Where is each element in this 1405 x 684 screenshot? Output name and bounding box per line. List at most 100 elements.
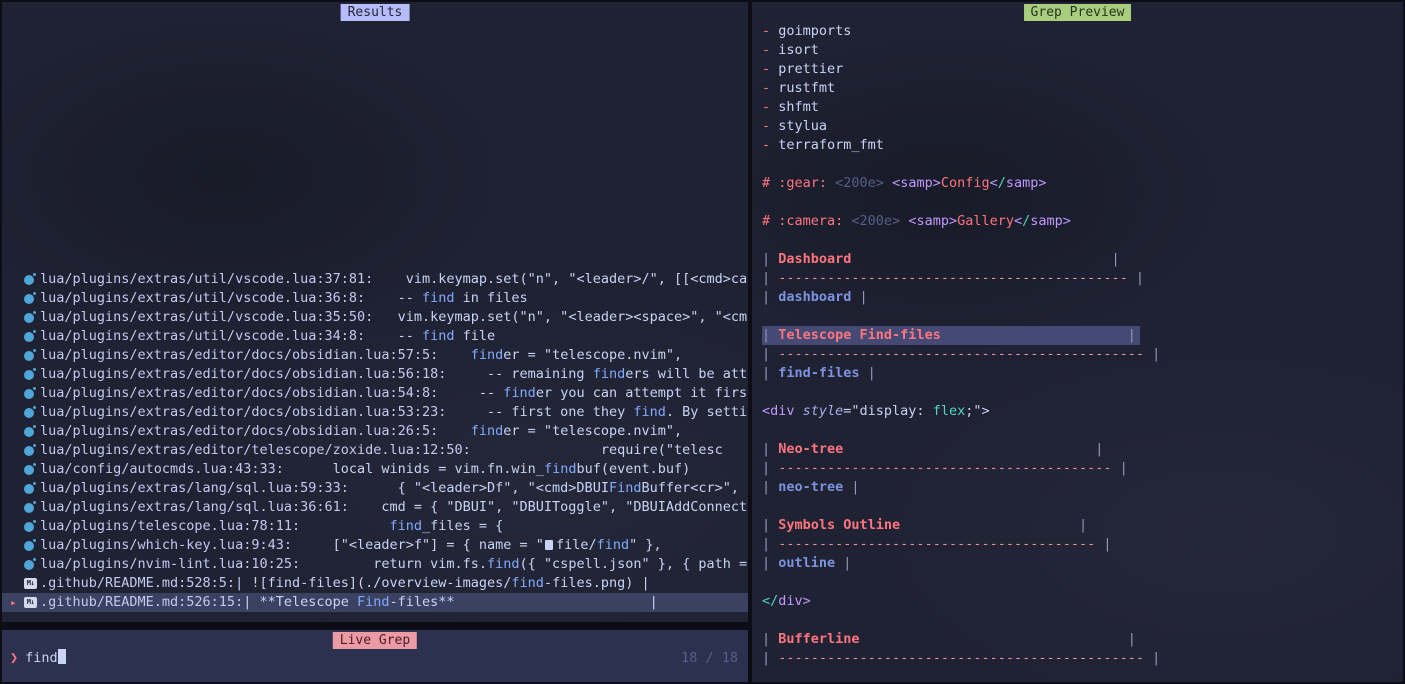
text-segment-code: er = "telescope.nvim", — [503, 347, 682, 363]
result-row[interactable]: lua/plugins/extras/editor/docs/obsidian.… — [2, 403, 748, 422]
result-row[interactable]: lua/plugins/extras/editor/docs/obsidian.… — [2, 365, 748, 384]
text-segment-match: find — [511, 575, 544, 591]
result-row[interactable]: lua/plugins/extras/util/vscode.lua:34:8:… — [2, 327, 748, 346]
lua-filetype-icon — [24, 460, 40, 479]
text-segment-purple: samp> — [1006, 175, 1047, 191]
result-row[interactable]: lua/plugins/extras/util/vscode.lua:35:50… — [2, 308, 748, 327]
text-segment-purple: < — [1014, 213, 1022, 229]
telescope-live-grep-screen: Results lua/plugins/extras/util/vscode.l… — [0, 0, 1405, 684]
results-window: Results lua/plugins/extras/util/vscode.l… — [2, 2, 748, 622]
text-segment-path: lua/plugins/extras/lang/sql.lua:59:33: — [40, 480, 349, 496]
result-row[interactable]: lua/plugins/nvim-lint.lua:10:25: return … — [2, 555, 748, 574]
preview-line: | --------------------------------------… — [762, 459, 1403, 478]
text-segment-code: -- — [438, 385, 503, 401]
result-row[interactable]: lua/plugins/which-key.lua:9:43: ["<leade… — [2, 536, 748, 555]
result-row[interactable]: lua/plugins/extras/lang/sql.lua:59:33: {… — [2, 479, 748, 498]
preview-line — [762, 611, 1403, 630]
text-segment-code: -files** | — [390, 594, 658, 610]
result-row[interactable]: lua/config/autocmds.lua:43:33: local win… — [2, 460, 748, 479]
text-segment-code: -- — [365, 290, 422, 306]
text-segment-path: lua/plugins/telescope.lua:78:11: — [40, 518, 300, 534]
lua-filetype-icon — [24, 384, 40, 403]
text-segment-match: find — [593, 366, 626, 382]
result-row-text: lua/plugins/extras/lang/sql.lua:59:33: {… — [40, 479, 748, 498]
lua-filetype-icon — [24, 441, 40, 460]
preview-line — [762, 193, 1403, 212]
markdown-icon-glyph: M↓ — [24, 597, 37, 608]
text-segment-code: | **Telescope — [243, 594, 357, 610]
selection-caret-icon — [10, 422, 24, 441]
preview-cursorline: | Telescope Find-files | — [762, 326, 1140, 345]
text-segment-pipe: | — [843, 479, 859, 495]
text-segment-red: - — [762, 61, 778, 77]
text-segment-hdr: Symbols Outline — [778, 517, 900, 533]
text-segment-text: ;"> — [965, 403, 989, 419]
selection-caret-icon: ▸ — [10, 593, 24, 612]
result-row[interactable]: lua/plugins/extras/editor/docs/obsidian.… — [2, 422, 748, 441]
text-segment-pipe: | — [851, 289, 867, 305]
text-segment-red: - — [762, 42, 778, 58]
preview-line: | --------------------------------------… — [762, 269, 1403, 288]
result-row-text: .github/README.md:528:5:| ![find-files](… — [40, 574, 650, 593]
text-segment-dash: ----------------------------------------… — [778, 650, 1144, 666]
result-row-text: lua/plugins/extras/util/vscode.lua:37:81… — [40, 270, 748, 289]
result-row[interactable]: lua/plugins/extras/editor/docs/obsidian.… — [2, 346, 748, 365]
text-segment-code — [438, 423, 471, 439]
search-input[interactable]: ❯find — [2, 649, 748, 668]
text-segment-pipe: | — [762, 270, 778, 286]
preview-line: <div style="display: flex;"> — [762, 402, 1403, 421]
text-segment-hdr: Dashboard — [778, 251, 851, 267]
text-segment-match: Find — [357, 594, 390, 610]
text-segment-match: find — [633, 404, 666, 420]
preview-line: # :camera: <200e> <samp>Gallery</samp> — [762, 212, 1403, 231]
text-segment-path: lua/plugins/extras/editor/docs/obsidian.… — [40, 347, 438, 363]
text-segment-code: vim.keymap.set("n", "<leader>/", [[<cmd>… — [373, 271, 748, 287]
preview-line: | find-files | — [762, 364, 1403, 383]
text-segment-red: - — [762, 99, 778, 115]
result-row[interactable]: lua/plugins/telescope.lua:78:11: find_fi… — [2, 517, 748, 536]
result-row[interactable]: lua/plugins/extras/lang/sql.lua:36:61: c… — [2, 498, 748, 517]
text-segment-code — [300, 518, 389, 534]
preview-line: - stylua — [762, 117, 1403, 136]
lua-filetype-icon — [24, 536, 40, 555]
text-segment-gray: <200e> — [835, 175, 884, 191]
text-segment-hdr: Neo-tree — [778, 441, 843, 457]
text-segment-pipe: | — [762, 460, 778, 476]
result-row-text: lua/plugins/extras/util/vscode.lua:36:8:… — [40, 289, 528, 308]
result-row-text: lua/plugins/extras/editor/docs/obsidian.… — [40, 346, 682, 365]
markdown-filetype-icon: M↓ — [24, 593, 40, 612]
text-segment-code: file — [455, 328, 496, 344]
text-segment-pipe: | — [1112, 460, 1128, 476]
markdown-icon-glyph: M↓ — [24, 578, 37, 589]
text-segment-dash: ----------------------------------------… — [778, 460, 1111, 476]
text-segment-match: find — [503, 385, 536, 401]
preview-line: - terraform_fmt — [762, 136, 1403, 155]
selection-caret-icon — [10, 403, 24, 422]
result-row[interactable]: lua/plugins/extras/util/vscode.lua:37:81… — [2, 270, 748, 289]
text-segment-code: er you can attempt it first. — [536, 385, 748, 401]
result-row-selected[interactable]: ▸M↓.github/README.md:526:15:| **Telescop… — [2, 593, 748, 612]
result-row[interactable]: lua/plugins/extras/editor/telescope/zoxi… — [2, 441, 748, 460]
text-segment-hdr: Bufferline — [778, 631, 859, 647]
text-segment-path: lua/plugins/extras/editor/docs/obsidian.… — [40, 404, 446, 420]
result-row[interactable]: lua/plugins/extras/editor/docs/obsidian.… — [2, 384, 748, 403]
text-segment-code: -- first one they — [446, 404, 633, 420]
text-segment-code: -- remaining — [446, 366, 592, 382]
prompt-window[interactable]: Live Grep ❯find 18 / 18 — [2, 630, 748, 682]
text-segment-pipe: | — [1112, 251, 1120, 267]
text-segment-pipe: | — [1095, 536, 1111, 552]
result-row-text: lua/plugins/extras/editor/docs/obsidian.… — [40, 384, 748, 403]
prompt-chevron-icon: ❯ — [10, 650, 18, 666]
lua-filetype-icon — [24, 365, 40, 384]
text-segment-path: lua/plugins/which-key.lua:9:43: — [40, 537, 292, 553]
text-segment-pipe: | — [762, 251, 778, 267]
selection-caret-icon — [10, 479, 24, 498]
text-segment-dash: ----------------------------------------… — [778, 270, 1128, 286]
text-segment-teal: flex — [933, 403, 966, 419]
text-segment-text: stylua — [778, 118, 827, 134]
text-segment-path: .github/README.md:526:15: — [40, 594, 243, 610]
result-row[interactable]: M↓.github/README.md:528:5:| ![find-files… — [2, 574, 748, 593]
lua-filetype-icon — [24, 289, 40, 308]
lua-filetype-icon — [24, 422, 40, 441]
result-row[interactable]: lua/plugins/extras/util/vscode.lua:36:8:… — [2, 289, 748, 308]
